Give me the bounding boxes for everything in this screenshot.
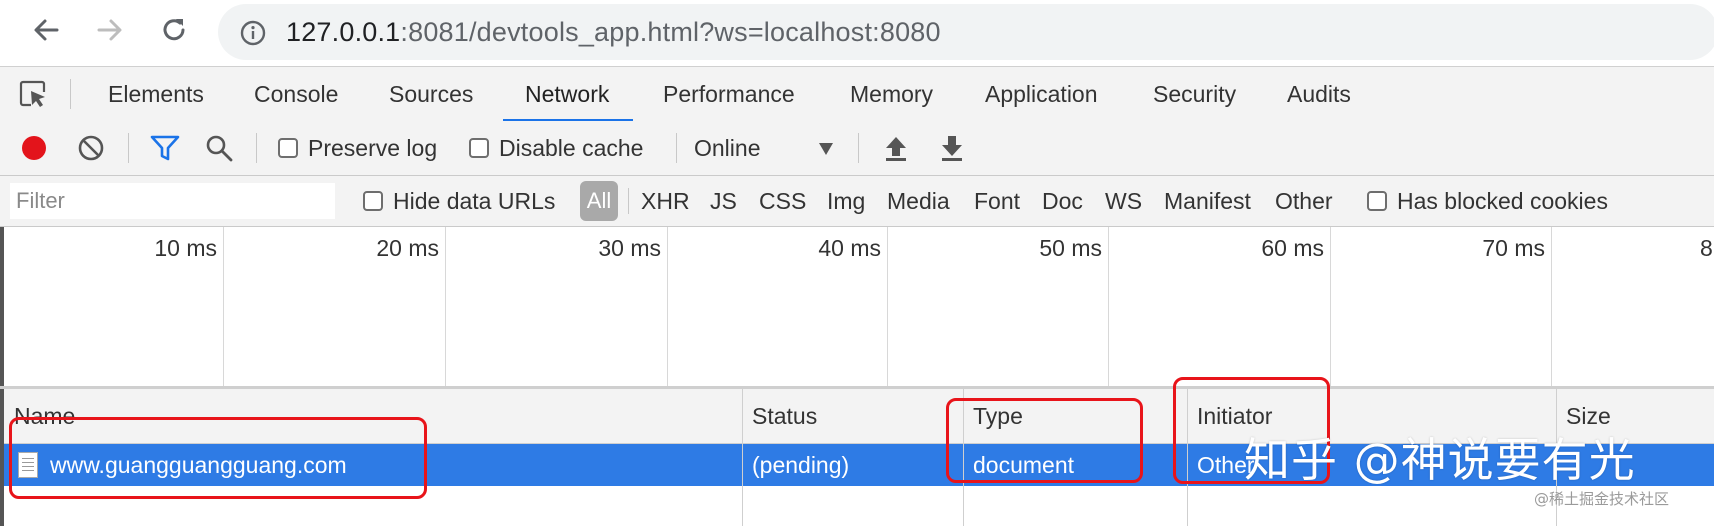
request-status: (pending)	[752, 452, 850, 478]
dropdown-arrow-icon	[819, 143, 833, 155]
tick-label: 40 ms	[818, 235, 881, 261]
grid-line	[1551, 227, 1552, 386]
tick-label: 70 ms	[1482, 235, 1545, 261]
import-har-button[interactable]	[883, 121, 909, 175]
devtools-tabbar: Elements Console Sources Network Perform…	[0, 66, 1714, 122]
preserve-log-label: Preserve log	[308, 134, 438, 161]
record-button[interactable]	[20, 121, 48, 175]
search-button[interactable]	[205, 121, 233, 175]
column-divider[interactable]	[742, 389, 743, 526]
checkbox[interactable]	[469, 138, 489, 158]
annotation-box-type	[946, 398, 1143, 483]
filter-type-js[interactable]: JS	[710, 176, 737, 226]
filter-type-doc[interactable]: Doc	[1042, 176, 1083, 226]
filter-type-all[interactable]: All	[580, 181, 618, 221]
preserve-log-checkbox[interactable]: Preserve log	[278, 121, 437, 175]
grid-line	[223, 227, 224, 386]
filter-bar: Hide data URLs All XHR JS CSS Img Media …	[0, 176, 1714, 227]
network-toolbar: Preserve log Disable cache Online	[0, 121, 1714, 176]
tab-separator	[70, 79, 71, 109]
tab-performance[interactable]: Performance	[663, 67, 795, 121]
has-blocked-cookies-label: Has blocked cookies	[1397, 187, 1608, 214]
pane-edge	[0, 227, 4, 386]
arrow-left-icon	[34, 19, 59, 41]
watermark-sub: @稀土掘金技术社区	[1534, 490, 1670, 508]
hide-data-urls-label: Hide data URLs	[393, 187, 556, 214]
filter-type-img[interactable]: Img	[827, 176, 865, 226]
grid-line	[1330, 227, 1331, 386]
toolbar-separator	[256, 133, 257, 163]
browser-toolbar: 127.0.0.1:8081/devtools_app.html?ws=loca…	[0, 0, 1714, 64]
url-host: 127.0.0.1	[286, 17, 401, 47]
tab-application[interactable]: Application	[985, 67, 1098, 121]
download-icon	[942, 136, 962, 161]
throttling-value: Online	[694, 134, 761, 161]
forward-button[interactable]	[92, 12, 128, 48]
back-button[interactable]	[28, 12, 64, 48]
disable-cache-checkbox[interactable]: Disable cache	[469, 121, 643, 175]
filter-type-font[interactable]: Font	[974, 176, 1020, 226]
filter-type-xhr[interactable]: XHR	[641, 176, 690, 226]
record-icon	[22, 136, 46, 160]
url-text: 127.0.0.1:8081/devtools_app.html?ws=loca…	[286, 17, 941, 48]
grid-line	[667, 227, 668, 386]
clear-button[interactable]	[77, 121, 105, 175]
tick-label: 60 ms	[1261, 235, 1324, 261]
filter-separator	[628, 188, 629, 214]
filter-input[interactable]	[10, 183, 335, 219]
tab-memory[interactable]: Memory	[850, 67, 933, 121]
filter-icon	[150, 135, 180, 161]
filter-type-media[interactable]: Media	[887, 176, 950, 226]
checkbox[interactable]	[363, 191, 383, 211]
tab-elements[interactable]: Elements	[108, 67, 204, 121]
tab-sources[interactable]: Sources	[389, 67, 473, 121]
filter-toggle-button[interactable]	[150, 121, 180, 175]
tick-label: 50 ms	[1039, 235, 1102, 261]
tick-label: 10 ms	[154, 235, 217, 261]
toolbar-separator	[676, 133, 677, 163]
clear-icon	[78, 135, 104, 161]
address-bar[interactable]: 127.0.0.1:8081/devtools_app.html?ws=loca…	[218, 4, 1714, 60]
tab-audits[interactable]: Audits	[1287, 67, 1351, 121]
arrow-right-icon	[97, 19, 122, 41]
tab-console[interactable]: Console	[254, 67, 338, 121]
tick-label: 20 ms	[376, 235, 439, 261]
grid-line	[887, 227, 888, 386]
hide-data-urls-checkbox[interactable]: Hide data URLs	[363, 176, 555, 226]
filter-type-css[interactable]: CSS	[759, 176, 806, 226]
inspect-element-icon[interactable]	[18, 79, 48, 109]
url-path: :8081/devtools_app.html?ws=localhost:808…	[400, 17, 941, 47]
toolbar-separator	[858, 133, 859, 163]
toolbar-separator	[128, 133, 129, 163]
disable-cache-label: Disable cache	[499, 134, 644, 161]
annotation-box-name	[9, 417, 427, 499]
tick-label: 8	[1700, 235, 1713, 261]
info-icon[interactable]	[240, 20, 266, 46]
search-icon	[206, 135, 233, 162]
export-har-button[interactable]	[939, 121, 965, 175]
upload-icon	[886, 137, 906, 161]
reload-button[interactable]	[156, 12, 192, 48]
checkbox[interactable]	[278, 138, 298, 158]
has-blocked-cookies-checkbox[interactable]: Has blocked cookies	[1367, 176, 1608, 226]
watermark-main: 知乎 @神说要有光	[1244, 433, 1636, 487]
checkbox[interactable]	[1367, 191, 1387, 211]
grid-line	[445, 227, 446, 386]
throttling-select[interactable]: Online	[694, 121, 834, 175]
filter-type-manifest[interactable]: Manifest	[1164, 176, 1251, 226]
filter-type-ws[interactable]: WS	[1105, 176, 1142, 226]
tick-label: 30 ms	[598, 235, 661, 261]
tab-network[interactable]: Network	[502, 67, 634, 122]
column-header-status[interactable]: Status	[742, 389, 817, 443]
grid-line	[1108, 227, 1109, 386]
tab-security[interactable]: Security	[1153, 67, 1236, 121]
timeline-overview[interactable]: 10 ms 20 ms 30 ms 40 ms 50 ms 60 ms 70 m…	[0, 227, 1714, 389]
reload-icon	[163, 19, 185, 41]
filter-type-other[interactable]: Other	[1275, 176, 1333, 226]
